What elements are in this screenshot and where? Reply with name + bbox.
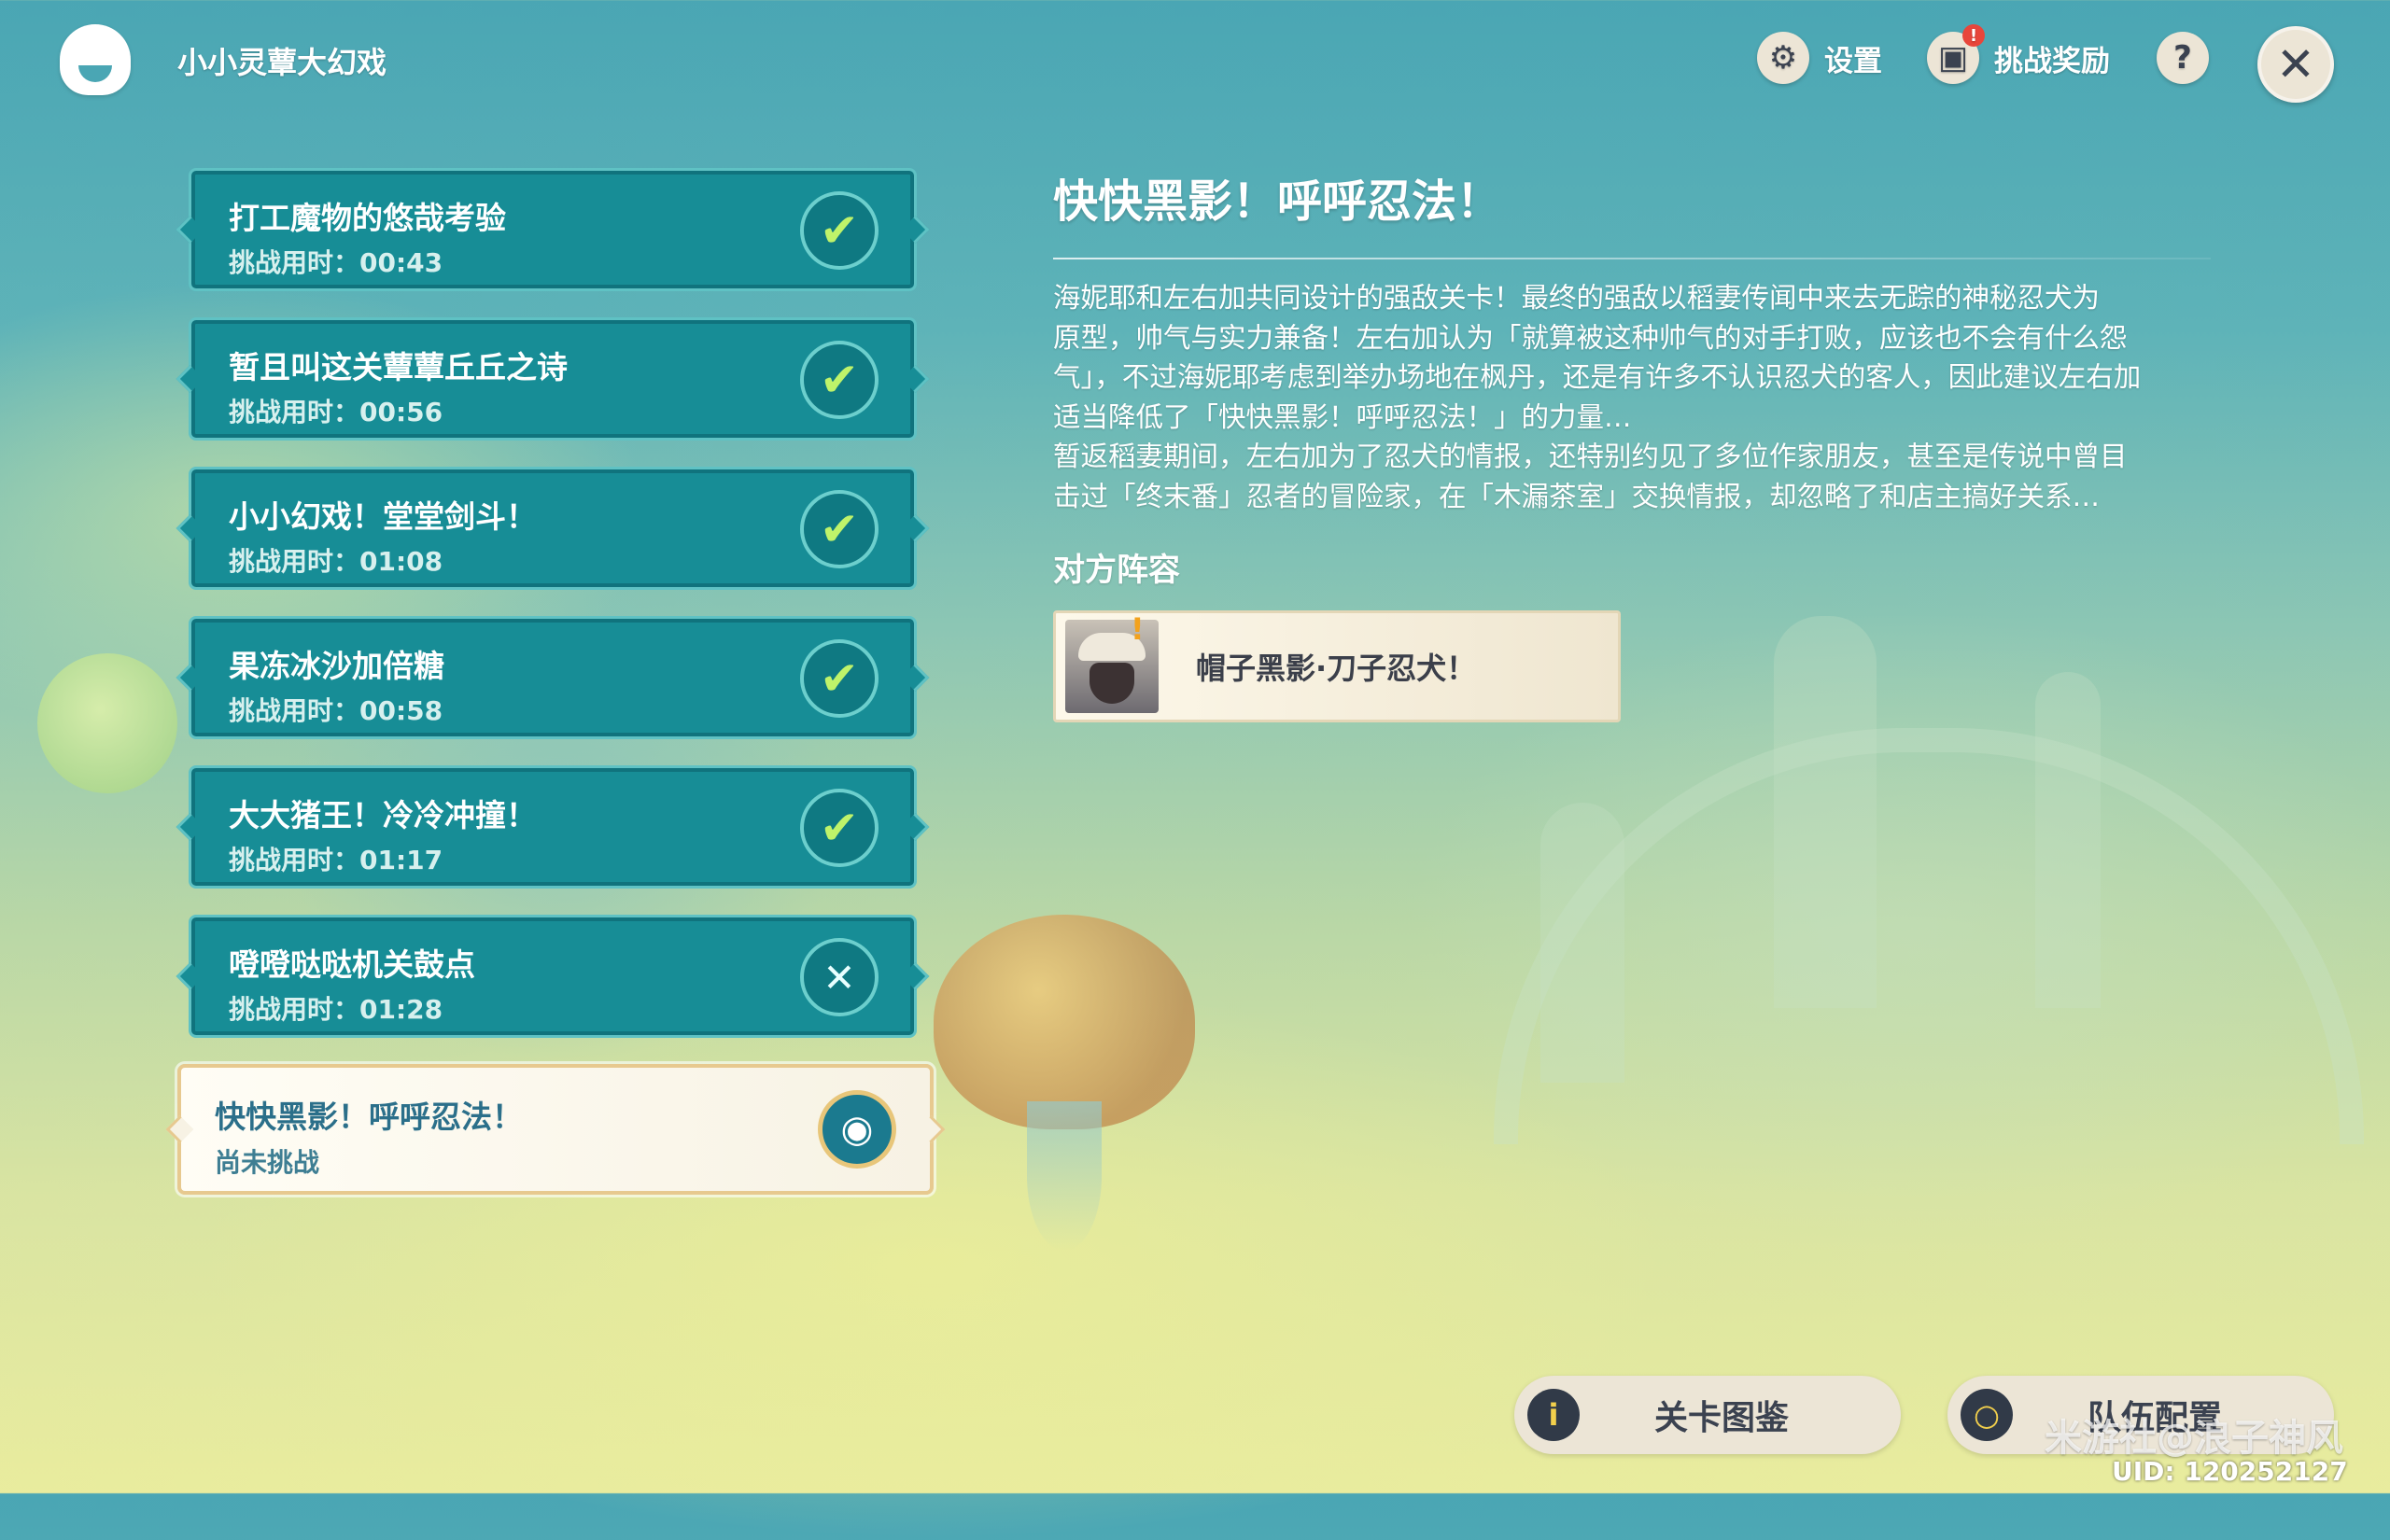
checkmark-icon: ✔ [800, 490, 879, 568]
crossed-swords-icon: ✕ [800, 938, 879, 1016]
tower-decoration [1540, 803, 1624, 1083]
challenge-rewards-button[interactable]: ▣ ! 挑战奖励 [1927, 24, 2110, 90]
question-icon: ? [2157, 32, 2209, 84]
fungus-sprite-tail [1027, 1101, 1102, 1251]
top-bar: 小小灵蕈大幻戏 ⚙ 设置 ▣ ! 挑战奖励 ? ✕ [0, 0, 2390, 121]
tower-decoration [2035, 672, 2101, 1008]
stage-item[interactable]: 小小幻戏！堂堂剑斗！ 挑战用时：01:08 ✔ [189, 467, 917, 590]
detail-description: 海妮耶和左右加共同设计的强敌关卡！最终的强敌以稻妻传闻中来去无踪的神秘忍犬为 原… [1053, 282, 2142, 512]
stage-name: 小小幻戏！堂堂剑斗！ [229, 498, 537, 535]
fungus-sprite-illustration [934, 915, 1195, 1129]
checkmark-icon: ✔ [800, 789, 879, 867]
checkmark-icon: ✔ [800, 191, 879, 270]
stage-item[interactable]: 果冻冰沙加倍糖 挑战用时：00:58 ✔ [189, 616, 917, 739]
stage-time: 挑战用时：01:08 [229, 546, 443, 577]
close-icon: ✕ [2276, 37, 2315, 91]
stage-detail-panel: 快快黑影！呼呼忍法！ 海妮耶和左右加共同设计的强敌关卡！最终的强敌以稻妻传闻中来… [1053, 164, 2211, 722]
stage-time: 挑战用时：01:17 [229, 845, 443, 875]
info-icon: i [1527, 1389, 1580, 1441]
settings-button[interactable]: ⚙ 设置 [1757, 26, 1882, 90]
warning-icon: ! [1131, 611, 1145, 647]
checkmark-icon: ✔ [800, 639, 879, 718]
enemy-card[interactable]: ! 帽子黑影·刀子忍犬！ [1053, 610, 1621, 722]
stage-time: 挑战用时：00:56 [229, 397, 443, 427]
event-title: 小小灵蕈大幻戏 [177, 45, 387, 80]
close-button[interactable]: ✕ [2257, 26, 2334, 103]
event-logo-icon [60, 24, 131, 95]
stage-name: 快快黑影！呼呼忍法！ [215, 1099, 523, 1135]
stage-name: 果冻冰沙加倍糖 [229, 648, 444, 684]
watermark: 米游社@浪子神风 [2045, 1417, 2343, 1460]
stage-catalog-button[interactable]: i 关卡图鉴 [1514, 1376, 1901, 1454]
stage-item[interactable]: 暂且叫这关蕈蕈丘丘之诗 挑战用时：00:56 ✔ [189, 317, 917, 441]
fontaine-arch-decoration [1494, 728, 2364, 1144]
ring-icon: ○ [1961, 1389, 2013, 1441]
stage-time: 挑战用时：00:43 [229, 247, 443, 278]
gear-icon: ⚙ [1757, 32, 1809, 84]
checkmark-icon: ✔ [800, 341, 879, 419]
stage-name: 打工魔物的悠哉考验 [229, 200, 506, 236]
stage-name: 暂且叫这关蕈蕈丘丘之诗 [229, 349, 568, 385]
stage-item[interactable]: 打工魔物的悠哉考验 挑战用时：00:43 ✔ [189, 168, 917, 291]
stage-name: 噔噔哒哒机关鼓点 [229, 946, 475, 983]
enemy-name: 帽子黑影·刀子忍犬！ [1196, 651, 1477, 686]
stage-status: 尚未挑战 [215, 1147, 320, 1178]
stage-item[interactable]: 大大猪王！冷冷冲撞！ 挑战用时：01:17 ✔ [189, 765, 917, 889]
help-button[interactable]: ? [2157, 26, 2209, 90]
enemy-section-heading: 对方阵容 [1053, 552, 1180, 589]
stage-time: 挑战用时：01:28 [229, 994, 443, 1025]
stage-item-selected[interactable]: 快快黑影！呼呼忍法！ 尚未挑战 ◉ [177, 1064, 934, 1195]
divider [1053, 258, 2211, 259]
stage-time: 挑战用时：00:58 [229, 695, 443, 726]
notification-badge: ! [1962, 24, 1985, 47]
rewards-label: 挑战奖励 [1994, 44, 2110, 78]
slime-illustration [37, 653, 177, 793]
settings-label: 设置 [1824, 44, 1882, 78]
stage-catalog-label: 关卡图鉴 [1653, 1399, 1789, 1437]
stage-item[interactable]: 噔噔哒哒机关鼓点 挑战用时：01:28 ✕ [189, 915, 917, 1038]
detail-title: 快快黑影！呼呼忍法！ [1053, 175, 1502, 228]
reward-chest-icon: ▣ ! [1927, 24, 1985, 84]
boss-emblem-icon: ◉ [818, 1090, 896, 1169]
stage-name: 大大猪王！冷冷冲撞！ [229, 797, 537, 833]
uid-label: UID: 120252127 [2112, 1456, 2348, 1487]
enemy-portrait [1065, 620, 1159, 713]
